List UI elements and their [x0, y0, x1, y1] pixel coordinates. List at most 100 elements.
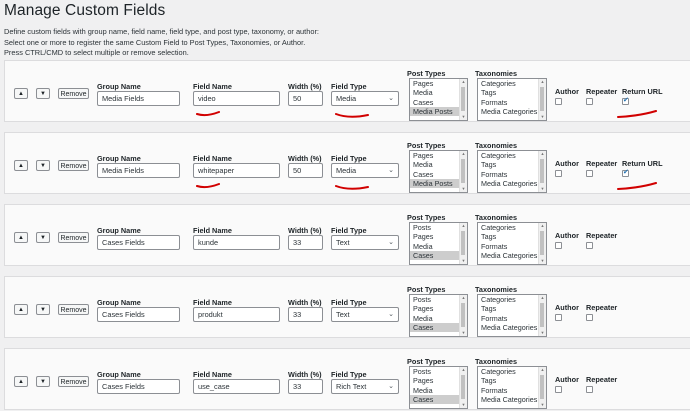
field-name-input[interactable]: kunde	[193, 235, 280, 250]
taxonomy-option[interactable]: Categories	[478, 367, 546, 376]
scroll-up-arrow-icon[interactable]: ▲	[460, 295, 467, 301]
post-types-listbox[interactable]: Pages Media Cases Media Posts ▲ ▼	[409, 78, 468, 121]
remove-button[interactable]: Remove	[58, 232, 89, 243]
author-checkbox[interactable]	[555, 386, 562, 393]
scroll-down-arrow-icon[interactable]: ▼	[539, 330, 546, 336]
scrollbar-thumb[interactable]	[461, 303, 465, 327]
scroll-up-arrow-icon[interactable]: ▲	[460, 79, 467, 85]
listbox-scrollbar[interactable]: ▲ ▼	[459, 79, 467, 120]
field-type-select[interactable]: Media ⌄	[331, 163, 399, 178]
taxonomy-option[interactable]: Tags	[478, 232, 546, 241]
taxonomies-listbox[interactable]: Categories Tags Formats Media Categories ▲ ▼	[477, 294, 547, 337]
listbox-scrollbar[interactable]: ▲ ▼	[459, 151, 467, 192]
listbox-scrollbar[interactable]: ▲ ▼	[538, 79, 546, 120]
taxonomy-option[interactable]: Media Categories	[478, 395, 546, 404]
scroll-down-arrow-icon[interactable]: ▼	[460, 186, 467, 192]
scroll-up-arrow-icon[interactable]: ▲	[539, 151, 546, 157]
post-types-listbox[interactable]: Posts Pages Media Cases ▲ ▼	[409, 366, 468, 409]
remove-button[interactable]: Remove	[58, 376, 89, 387]
scroll-up-arrow-icon[interactable]: ▲	[539, 295, 546, 301]
listbox-scrollbar[interactable]: ▲ ▼	[538, 295, 546, 336]
remove-button[interactable]: Remove	[58, 160, 89, 171]
taxonomy-option[interactable]: Media Categories	[478, 179, 546, 188]
scroll-down-arrow-icon[interactable]: ▼	[539, 402, 546, 408]
field-name-input[interactable]: whitepaper	[193, 163, 280, 178]
width-input[interactable]: 33	[288, 235, 323, 250]
field-type-select[interactable]: Text ⌄	[331, 235, 399, 250]
width-input[interactable]: 33	[288, 379, 323, 394]
taxonomy-option[interactable]: Formats	[478, 314, 546, 323]
scroll-down-arrow-icon[interactable]: ▼	[539, 186, 546, 192]
scrollbar-thumb[interactable]	[540, 87, 544, 111]
repeater-checkbox[interactable]	[586, 170, 593, 177]
scrollbar-thumb[interactable]	[540, 375, 544, 399]
move-down-button[interactable]: ▼	[36, 88, 50, 99]
taxonomy-option[interactable]: Formats	[478, 242, 546, 251]
scroll-up-arrow-icon[interactable]: ▲	[460, 223, 467, 229]
scroll-down-arrow-icon[interactable]: ▼	[460, 114, 467, 120]
listbox-scrollbar[interactable]: ▲ ▼	[538, 223, 546, 264]
field-type-select[interactable]: Media ⌄	[331, 91, 399, 106]
move-up-button[interactable]: ▲	[14, 304, 28, 315]
taxonomy-option[interactable]: Formats	[478, 170, 546, 179]
move-down-button[interactable]: ▼	[36, 304, 50, 315]
field-name-input[interactable]: produkt	[193, 307, 280, 322]
taxonomies-listbox[interactable]: Categories Tags Formats Media Categories ▲ ▼	[477, 366, 547, 409]
width-input[interactable]: 33	[288, 307, 323, 322]
scrollbar-thumb[interactable]	[540, 159, 544, 183]
group-name-input[interactable]: Cases Fields	[97, 379, 180, 394]
scrollbar-thumb[interactable]	[461, 87, 465, 111]
taxonomies-listbox[interactable]: Categories Tags Formats Media Categories ▲ ▼	[477, 222, 547, 265]
taxonomy-option[interactable]: Tags	[478, 88, 546, 97]
scrollbar-thumb[interactable]	[461, 231, 465, 255]
scroll-down-arrow-icon[interactable]: ▼	[460, 258, 467, 264]
width-input[interactable]: 50	[288, 91, 323, 106]
scroll-up-arrow-icon[interactable]: ▲	[460, 367, 467, 373]
scrollbar-thumb[interactable]	[461, 375, 465, 399]
move-up-button[interactable]: ▲	[14, 160, 28, 171]
scrollbar-thumb[interactable]	[540, 303, 544, 327]
taxonomy-option[interactable]: Categories	[478, 79, 546, 88]
listbox-scrollbar[interactable]: ▲ ▼	[459, 367, 467, 408]
taxonomy-option[interactable]: Media Categories	[478, 251, 546, 260]
scrollbar-thumb[interactable]	[461, 159, 465, 183]
post-types-listbox[interactable]: Posts Pages Media Cases ▲ ▼	[409, 222, 468, 265]
scroll-up-arrow-icon[interactable]: ▲	[539, 79, 546, 85]
repeater-checkbox[interactable]	[586, 242, 593, 249]
scrollbar-thumb[interactable]	[540, 231, 544, 255]
return-url-checkbox[interactable]: ✔	[622, 169, 629, 177]
author-checkbox[interactable]	[555, 170, 562, 177]
scroll-down-arrow-icon[interactable]: ▼	[539, 114, 546, 120]
scroll-down-arrow-icon[interactable]: ▼	[460, 330, 467, 336]
repeater-checkbox[interactable]	[586, 314, 593, 321]
post-types-listbox[interactable]: Posts Pages Media Cases ▲ ▼	[409, 294, 468, 337]
taxonomy-option[interactable]: Tags	[478, 304, 546, 313]
group-name-input[interactable]: Media Fields	[97, 91, 180, 106]
move-up-button[interactable]: ▲	[14, 232, 28, 243]
scroll-down-arrow-icon[interactable]: ▼	[539, 258, 546, 264]
move-up-button[interactable]: ▲	[14, 376, 28, 387]
taxonomy-option[interactable]: Categories	[478, 295, 546, 304]
listbox-scrollbar[interactable]: ▲ ▼	[459, 295, 467, 336]
move-down-button[interactable]: ▼	[36, 232, 50, 243]
group-name-input[interactable]: Cases Fields	[97, 235, 180, 250]
field-type-select[interactable]: Rich Text ⌄	[331, 379, 399, 394]
field-name-input[interactable]: video	[193, 91, 280, 106]
move-up-button[interactable]: ▲	[14, 88, 28, 99]
taxonomy-option[interactable]: Media Categories	[478, 323, 546, 332]
scroll-up-arrow-icon[interactable]: ▲	[539, 223, 546, 229]
listbox-scrollbar[interactable]: ▲ ▼	[538, 151, 546, 192]
return-url-checkbox[interactable]: ✔	[622, 97, 629, 105]
author-checkbox[interactable]	[555, 98, 562, 105]
taxonomy-option[interactable]: Formats	[478, 386, 546, 395]
width-input[interactable]: 50	[288, 163, 323, 178]
taxonomy-option[interactable]: Categories	[478, 151, 546, 160]
move-down-button[interactable]: ▼	[36, 160, 50, 171]
scroll-up-arrow-icon[interactable]: ▲	[460, 151, 467, 157]
remove-button[interactable]: Remove	[58, 304, 89, 315]
taxonomies-listbox[interactable]: Categories Tags Formats Media Categories ▲ ▼	[477, 150, 547, 193]
taxonomy-option[interactable]: Tags	[478, 160, 546, 169]
taxonomy-option[interactable]: Tags	[478, 376, 546, 385]
move-down-button[interactable]: ▼	[36, 376, 50, 387]
field-name-input[interactable]: use_case	[193, 379, 280, 394]
